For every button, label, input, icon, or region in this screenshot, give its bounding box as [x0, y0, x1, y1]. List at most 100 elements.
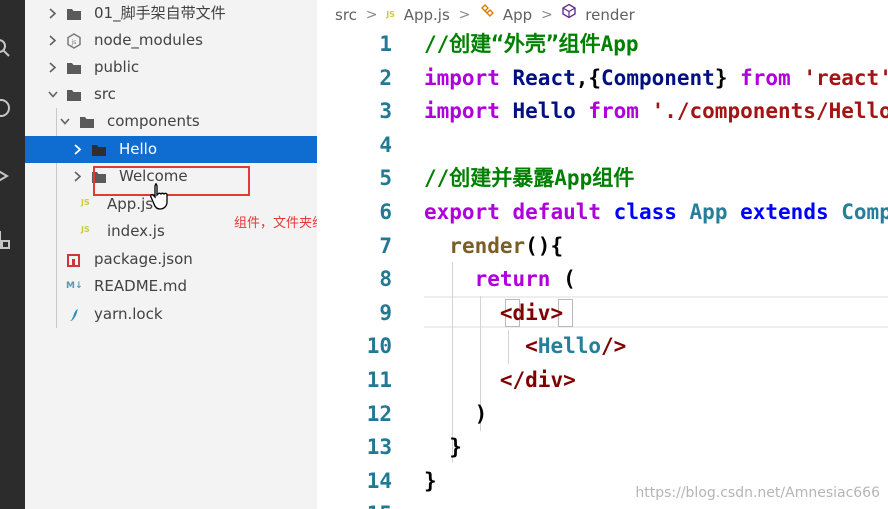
tree-item-label: README.md — [94, 277, 188, 295]
code-token: './components/Hello' — [651, 99, 888, 124]
tree-item-label: yarn.lock — [94, 305, 163, 323]
npm-package-icon — [67, 254, 80, 267]
code-token: 'react' — [803, 65, 888, 90]
code-text: </div> — [424, 363, 576, 397]
folder-icon — [92, 145, 106, 156]
code-token: } — [449, 435, 462, 460]
line-number: 5 — [379, 166, 392, 191]
line-number: 13 — [366, 435, 392, 460]
class-symbol-icon — [481, 4, 495, 17]
code-line[interactable]: 4 — [317, 128, 888, 162]
breadcrumb-separator: > — [540, 6, 553, 23]
code-token: < — [525, 334, 538, 359]
code-line[interactable]: 5 //创建并暴露App组件 — [317, 161, 888, 195]
node-folder-icon: js — [67, 33, 81, 49]
svg-text:js: js — [71, 39, 77, 46]
code-line[interactable]: 8 return ( — [317, 262, 888, 296]
code-line[interactable]: 2 import React,{Component} from 'react' — [317, 61, 888, 95]
breadcrumb-item-src[interactable]: src — [335, 5, 357, 25]
chevron-right-icon — [74, 171, 82, 182]
code-text: export default class App extends Compone… — [424, 195, 888, 229]
code-line[interactable]: 12 ) — [317, 397, 888, 431]
code-line[interactable]: 11 </div> — [317, 363, 888, 397]
breadcrumb-separator: > — [458, 6, 471, 23]
code-token: ,{ — [575, 65, 602, 90]
source-control-icon[interactable] — [0, 98, 11, 118]
line-number: 14 — [366, 468, 392, 493]
tree-item-folder[interactable]: 01_脚手架自带文件 — [25, 0, 317, 27]
tree-item-folder[interactable]: src — [25, 81, 317, 108]
chevron-right-icon — [49, 62, 57, 73]
chevron-down-icon — [60, 118, 70, 125]
line-number: 8 — [379, 267, 392, 292]
code-text: render(){ — [424, 229, 563, 263]
code-token: div — [525, 368, 564, 392]
javascript-file-icon: JS — [81, 225, 90, 234]
code-text: //创建并暴露App组件 — [424, 161, 634, 195]
code-line[interactable]: 9 <div> — [317, 296, 888, 330]
yarn-icon — [70, 309, 78, 321]
folder-open-icon — [67, 90, 81, 101]
code-line[interactable]: 3 import Hello from './components/Hello' — [317, 94, 888, 128]
code-text: return ( — [424, 262, 576, 296]
code-line[interactable]: 6 export default class App extends Compon… — [317, 195, 888, 229]
code-line[interactable]: 10 <Hello/> — [317, 329, 888, 363]
code-text: <div> — [424, 296, 563, 330]
code-token: Component — [841, 200, 888, 224]
code-token: from — [740, 65, 804, 90]
markdown-file-icon: M↓ — [66, 281, 83, 291]
code-line[interactable]: 7 render(){ — [317, 229, 888, 263]
code-text: } — [424, 430, 462, 464]
code-line[interactable]: 1 //创建“外壳”组件App — [317, 27, 888, 61]
code-token: return — [474, 267, 564, 292]
chevron-right-icon — [49, 35, 57, 46]
hand-cursor-icon — [150, 183, 168, 210]
code-token: div — [512, 300, 551, 325]
tree-item-file[interactable]: M↓ README.md — [25, 273, 317, 300]
tree-item-file[interactable]: yarn.lock — [25, 301, 317, 328]
code-token: } — [424, 468, 437, 493]
code-token: > — [563, 368, 576, 392]
extensions-icon[interactable] — [0, 230, 11, 250]
tree-item-folder[interactable]: components — [25, 108, 317, 135]
javascript-file-icon: JS — [81, 198, 90, 207]
breadcrumb-item-class[interactable]: App — [503, 5, 532, 25]
tree-item-folder-selected[interactable]: Hello — [25, 136, 317, 163]
code-token: from — [588, 99, 652, 124]
code-token: </ — [499, 368, 526, 392]
search-icon[interactable] — [0, 38, 11, 58]
code-token: //创建“外壳”组件App — [424, 32, 639, 56]
code-token: extends — [740, 200, 842, 224]
code-token: //创建并暴露App组件 — [424, 166, 635, 191]
code-token: > — [550, 300, 564, 325]
run-debug-icon[interactable] — [0, 166, 11, 186]
code-text: import Hello from './components/Hello' — [424, 94, 888, 128]
line-number: 6 — [379, 200, 392, 224]
code-text: //创建“外壳”组件App — [424, 27, 639, 61]
line-number: 12 — [366, 401, 392, 426]
code-token: default — [512, 200, 614, 224]
code-text: import React,{Component} from 'react' — [424, 61, 888, 95]
tree-item-folder[interactable]: js node_modules — [25, 27, 317, 54]
tree-item-file[interactable]: package.json — [25, 246, 317, 273]
code-token: < — [499, 300, 513, 325]
breadcrumb: src > JS App.js > App > render — [335, 3, 635, 25]
code-token: ) — [474, 401, 488, 426]
tree-item-label: node_modules — [94, 31, 203, 49]
javascript-file-icon: JS — [386, 9, 395, 19]
method-symbol-icon — [562, 3, 577, 19]
breadcrumb-item-file[interactable]: App.js — [404, 5, 450, 25]
breadcrumb-item-method[interactable]: render — [585, 5, 635, 25]
folder-icon — [67, 9, 81, 20]
tree-item-label: public — [94, 58, 140, 76]
tree-item-folder[interactable]: public — [25, 54, 317, 81]
activity-bar — [0, 0, 25, 509]
watermark: https://blog.csdn.net/Amnesiac666 — [635, 485, 880, 501]
code-editor[interactable]: src > JS App.js > App > render 1 //创建“外壳”… — [317, 0, 888, 509]
code-line[interactable]: 13 } — [317, 430, 888, 464]
